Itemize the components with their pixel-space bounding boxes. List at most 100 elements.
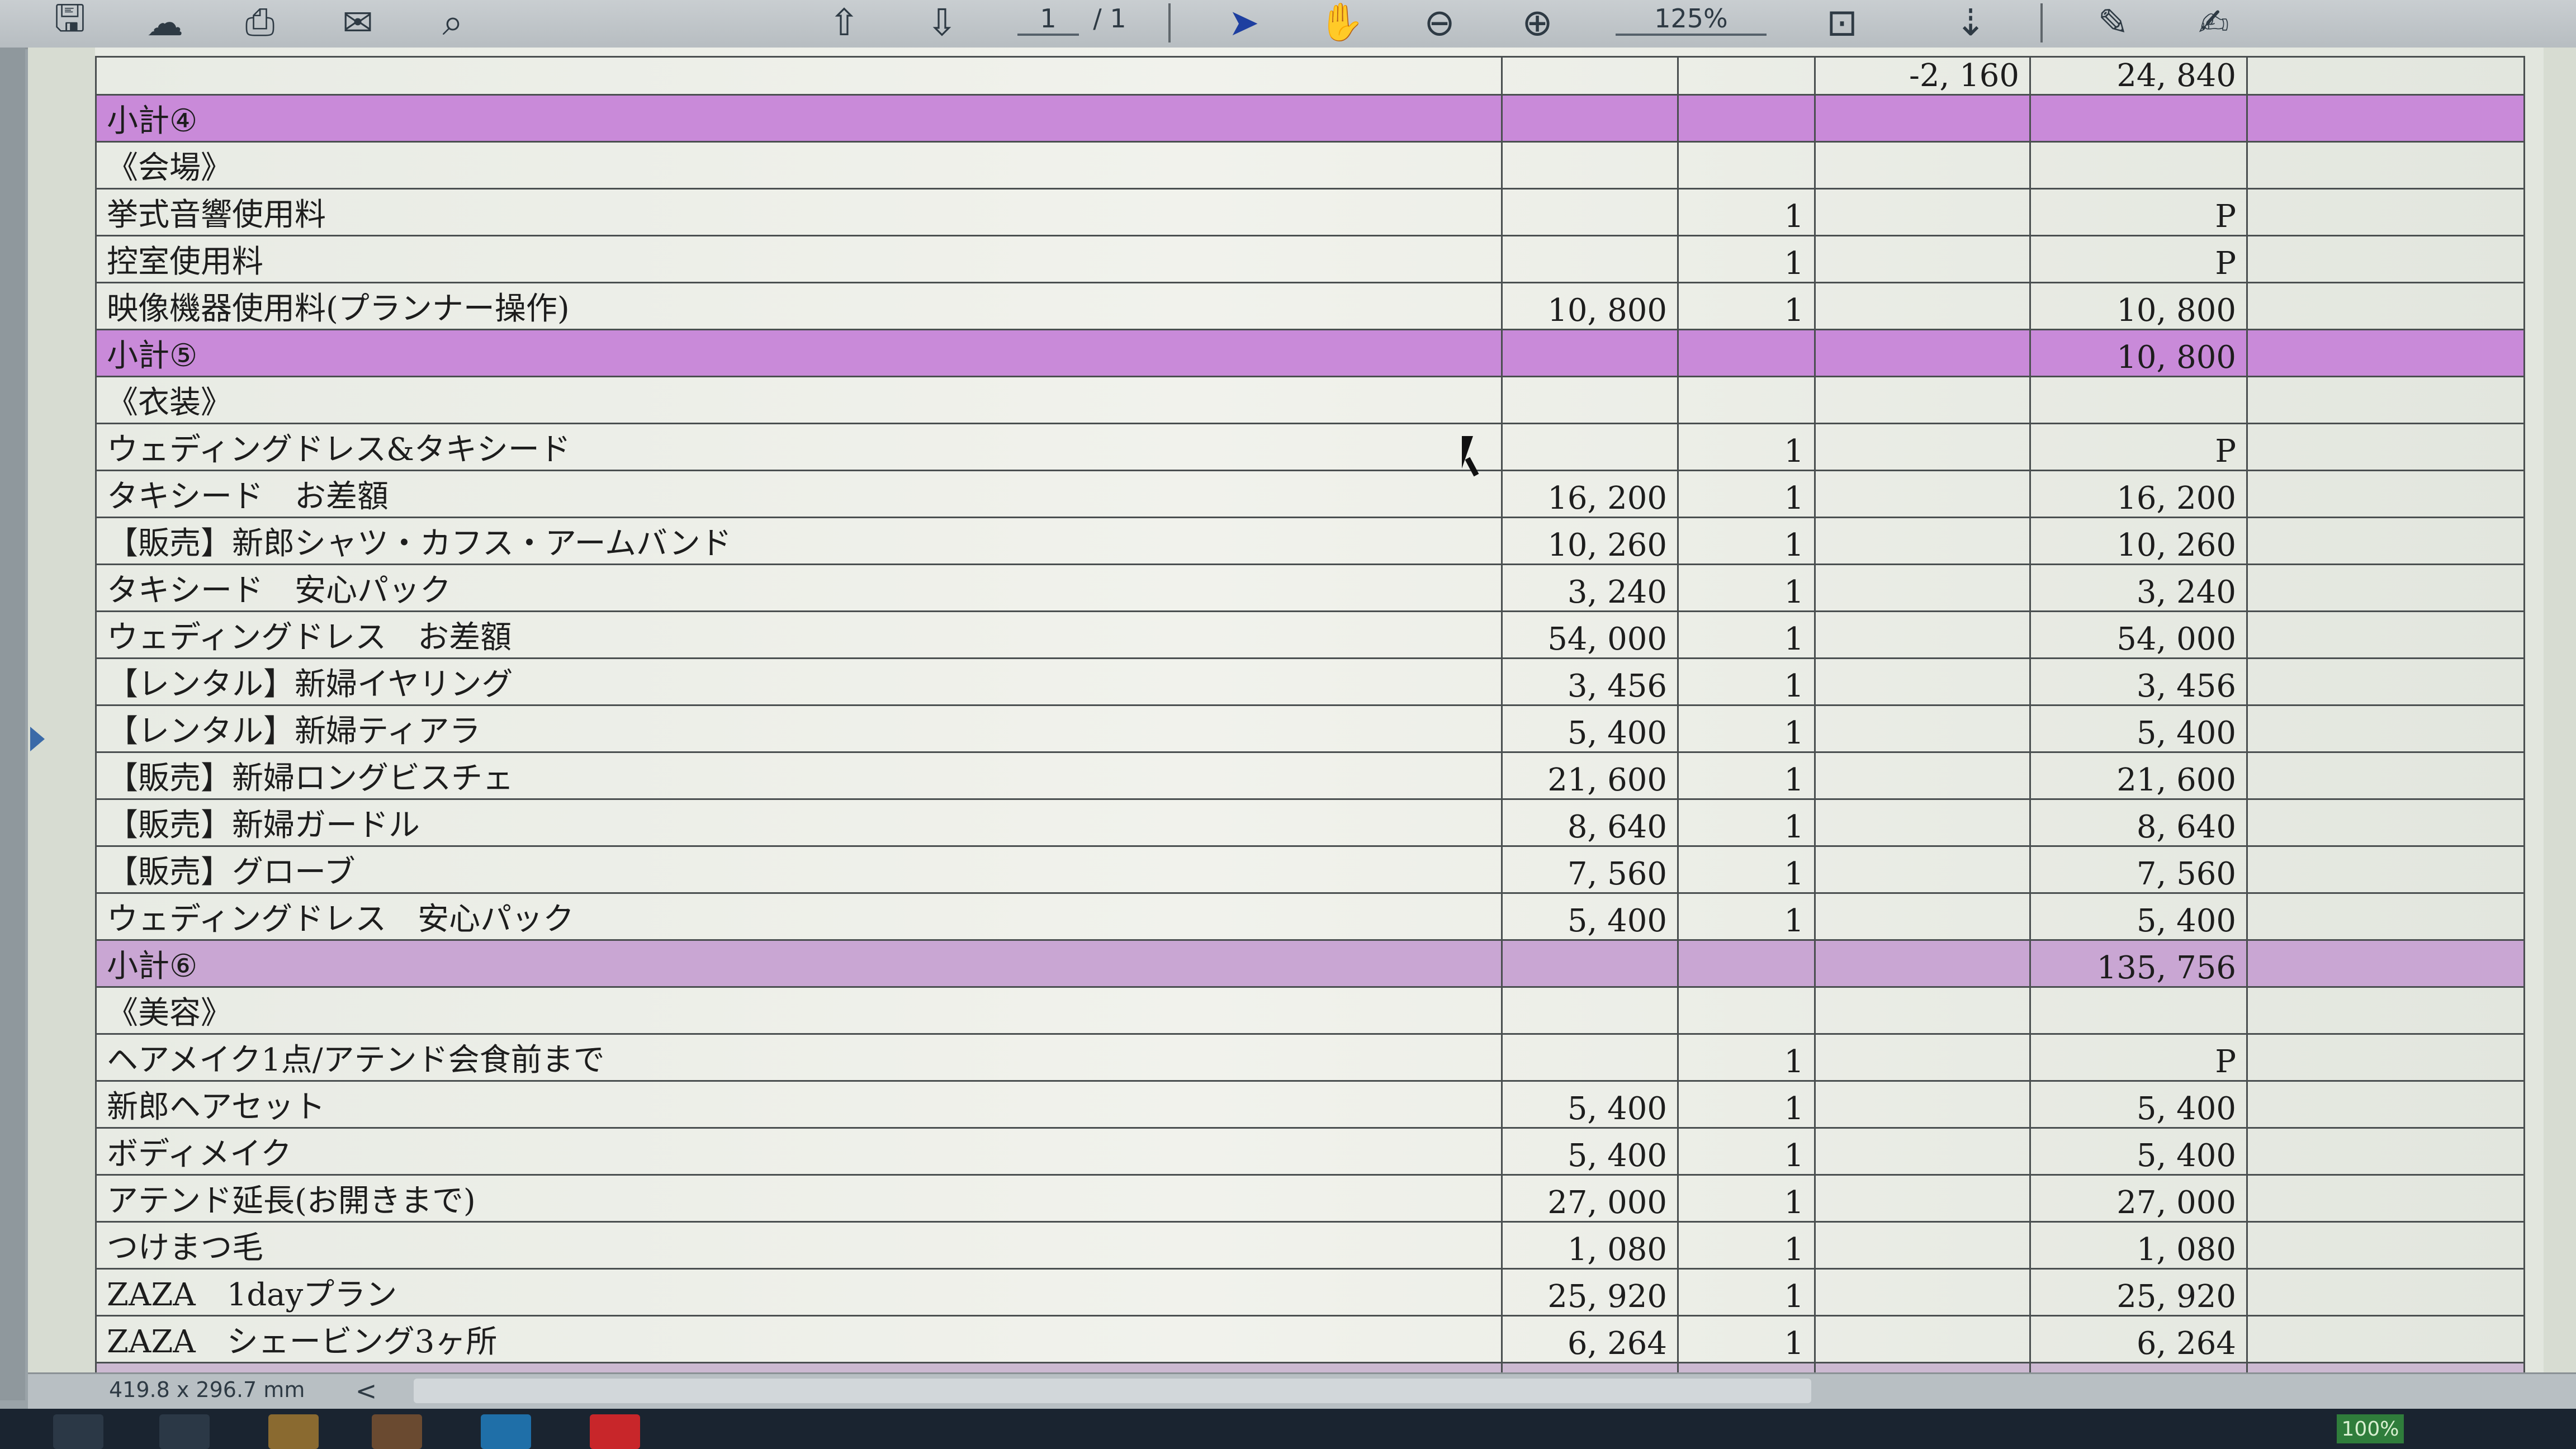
quantity-cell: 1	[1677, 845, 1816, 894]
amount-cell: P	[2029, 188, 2248, 236]
item-name-cell: 【レンタル】新婦イヤリング	[95, 657, 1503, 706]
zoom-out-icon[interactable]: ⌕	[422, 0, 484, 45]
amount-cell: 25, 920	[2029, 1268, 2248, 1317]
unit-price-cell	[1501, 56, 1679, 96]
discount-cell	[1814, 1174, 2031, 1223]
item-name-cell: 【販売】グローブ	[95, 845, 1503, 894]
battery-indicator[interactable]: 100%	[2337, 1414, 2404, 1443]
fit-page-icon[interactable]: ⊡	[1811, 0, 1873, 45]
note-cell	[2246, 1268, 2525, 1317]
discount-cell	[1814, 798, 2031, 847]
item-name-cell: ヘアメイク1点/アテンド会食前まで	[95, 1033, 1503, 1082]
unit-price-cell: 7, 560	[1501, 845, 1679, 894]
select-arrow-icon[interactable]: ➤	[1213, 0, 1275, 45]
discount-cell	[1814, 470, 2031, 518]
horizontal-scrollbar[interactable]	[414, 1379, 1811, 1403]
zoom-minus-icon[interactable]: ⊖	[1409, 0, 1470, 45]
item-name-cell: ZAZA シェービング3ヶ所	[95, 1315, 1503, 1363]
note-cell	[2246, 1362, 2525, 1372]
page-up-icon[interactable]: ⇧	[813, 0, 875, 45]
amount-cell: P	[2029, 235, 2248, 283]
discount-cell	[1814, 235, 2031, 283]
discount-cell	[1814, 1268, 2031, 1317]
item-name-cell: 小計④	[95, 94, 1503, 143]
upload-icon[interactable]: ☁	[134, 0, 196, 45]
amount-cell: 6, 264	[2029, 1315, 2248, 1363]
page-down-icon[interactable]: ⇩	[911, 0, 973, 45]
discount-cell	[1814, 892, 2031, 941]
note-cell	[2246, 657, 2525, 706]
item-name-cell: ウェディングドレス 安心パック	[95, 892, 1503, 941]
scroll-left-button[interactable]: <	[349, 1374, 383, 1408]
subtotal-row: 小計④	[95, 94, 2525, 143]
quantity-cell: 1	[1677, 423, 1816, 471]
item-name-cell: アテンド延長(お開きまで)	[95, 1174, 1503, 1223]
amount-cell: 10, 800	[2029, 282, 2248, 330]
item-name-cell: 挙式音響使用料	[95, 188, 1503, 236]
download-icon[interactable]: ⇣	[1940, 0, 2001, 45]
section-header-row: 《衣装》	[95, 376, 2525, 424]
amount-cell: 1, 080	[2029, 1221, 2248, 1270]
amount-cell: 135, 756	[2029, 939, 2248, 988]
discount-cell	[1814, 564, 2031, 612]
note-cell	[2246, 1221, 2525, 1270]
item-name-cell: 《衣装》	[95, 376, 1503, 424]
quantity-cell: 1	[1677, 564, 1816, 612]
amount-cell: P	[2029, 1033, 2248, 1082]
document-view[interactable]: -2, 160 24, 840 小計④ 《会場》 挙式音響使用料 1 P 控室使用料 1 P 映像機…	[28, 48, 2576, 1372]
quantity-cell: 1	[1677, 657, 1816, 706]
pdf-reader-icon[interactable]	[590, 1414, 640, 1449]
page-total: / 1	[1093, 3, 1126, 34]
amount-cell: 16, 200	[2029, 470, 2248, 518]
unit-price-cell: 10, 260	[1501, 517, 1679, 565]
item-name-cell: 新郎ヘアセット	[95, 1080, 1503, 1129]
item-name-cell: 映像機器使用料(プランナー操作)	[95, 282, 1503, 330]
quantity-cell: 1	[1677, 235, 1816, 283]
table-row: 【販売】新郎シャツ・カフス・アームバンド 10, 260 1 10, 260	[95, 517, 2525, 565]
item-name-cell: ウェディングドレス お差額	[95, 610, 1503, 659]
discount-cell	[1814, 1127, 2031, 1176]
item-name-cell: ボディメイク	[95, 1127, 1503, 1176]
amount-cell: 54, 000	[2029, 610, 2248, 659]
table-row: ZAZA シェービング3ヶ所 6, 264 1 6, 264	[95, 1315, 2525, 1363]
item-name-cell: 【販売】新郎シャツ・カフス・アームバンド	[95, 517, 1503, 565]
item-name-cell: ウェディングドレス&タキシード	[95, 423, 1503, 471]
start-button-icon[interactable]	[53, 1414, 103, 1449]
item-name-cell: ZAZA 1dayプラン	[95, 1268, 1503, 1317]
note-cell	[2246, 1080, 2525, 1129]
quantity-cell: 1	[1677, 470, 1816, 518]
unit-price-cell: 1, 080	[1501, 1221, 1679, 1270]
mail-icon[interactable]: ✉	[327, 0, 389, 45]
zoom-level-input[interactable]: 125%	[1616, 0, 1767, 36]
note-cell	[2246, 235, 2525, 283]
quantity-cell	[1677, 94, 1816, 143]
discount-cell	[1814, 704, 2031, 753]
unit-price-cell: 5, 400	[1501, 1080, 1679, 1129]
amount-cell: 10, 800	[2029, 329, 2248, 377]
quantity-cell: 1	[1677, 517, 1816, 565]
hand-icon[interactable]: ✋	[1311, 0, 1372, 45]
sign-icon[interactable]: ✍	[2183, 0, 2244, 45]
quantity-cell: 1	[1677, 798, 1816, 847]
print-icon[interactable]: ⎙	[229, 0, 291, 45]
quantity-cell	[1677, 329, 1816, 377]
browser-icon[interactable]	[481, 1414, 531, 1449]
discount-cell	[1814, 845, 2031, 894]
unit-price-cell: 8, 640	[1501, 798, 1679, 847]
panel-expand-icon[interactable]	[30, 727, 45, 751]
quantity-cell: 1	[1677, 188, 1816, 236]
note-cell	[2246, 282, 2525, 330]
quantity-cell: 1	[1677, 610, 1816, 659]
file-explorer-icon[interactable]	[268, 1414, 319, 1449]
table-row: タキシード 安心パック 3, 240 1 3, 240	[95, 564, 2525, 612]
discount-cell	[1814, 329, 2031, 377]
task-view-icon[interactable]	[159, 1414, 210, 1449]
note-cell	[2246, 892, 2525, 941]
taskbar-app-icon[interactable]	[372, 1414, 422, 1449]
quantity-cell: 1	[1677, 1221, 1816, 1270]
discount-cell	[1814, 751, 2031, 800]
zoom-plus-icon[interactable]: ⊕	[1507, 0, 1568, 45]
save-icon[interactable]: 🖫	[39, 0, 101, 45]
page-number-input[interactable]: 1	[1017, 0, 1079, 36]
comment-icon[interactable]: ✎	[2082, 0, 2144, 45]
